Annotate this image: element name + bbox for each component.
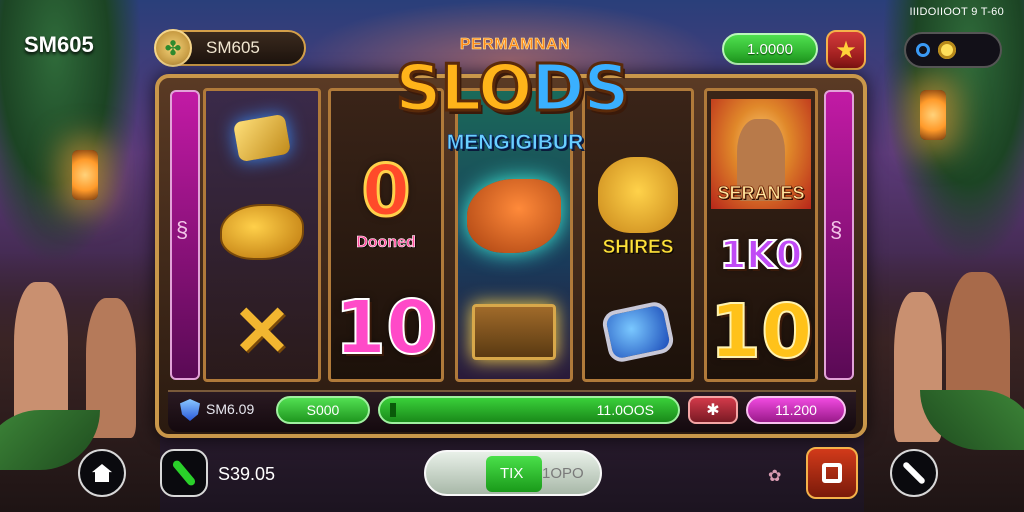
dooned-label: Dooned: [356, 234, 416, 252]
account-pill[interactable]: ✤ SM605: [154, 29, 306, 67]
spin-label: TIX: [500, 465, 524, 482]
progress-fill: [390, 403, 396, 417]
bonus-button[interactable]: ✱: [688, 396, 738, 424]
progress-value: 11.0OOS: [596, 402, 654, 418]
tools-button[interactable]: [890, 449, 938, 497]
ornament-icon: §: [176, 217, 189, 242]
reel-5: SERANES 1K0 10: [704, 88, 818, 382]
status-text: IIIDOIIOOT 9 T-60: [909, 6, 1004, 18]
favorite-button[interactable]: ★: [826, 30, 866, 70]
bet-amount-button[interactable]: S000: [276, 396, 370, 424]
lantern-left: [72, 150, 98, 200]
blue-gem-symbol: [585, 287, 691, 377]
zero-numeral: 0: [360, 149, 412, 234]
pink-ten-symbol: 10: [334, 284, 439, 372]
spin-slider[interactable]: TIX 1OPO: [424, 450, 602, 496]
ring-icon: [916, 43, 930, 57]
credit-amount: S39.05: [218, 464, 276, 484]
reel-1: ✕: [203, 88, 321, 382]
side-panel-left: §: [170, 90, 200, 380]
account-name: SM605: [206, 38, 260, 57]
wrench-icon: [901, 460, 927, 486]
gold-ten-symbol: 10: [709, 288, 814, 376]
settings-toggle[interactable]: [904, 32, 1002, 68]
sun-icon: [938, 41, 956, 59]
bet-id: SM6.09: [206, 401, 255, 417]
star-icon: ★: [835, 36, 857, 64]
shires-label: SHIRES: [602, 237, 674, 259]
logo-part-2: DS: [530, 51, 631, 128]
golden-fish-symbol: [206, 187, 318, 277]
side-panel-right: §: [824, 90, 854, 380]
brand-label: SM605: [24, 32, 94, 57]
bone-symbol: ✕: [232, 292, 292, 370]
dog-symbol: [585, 153, 691, 237]
logo-part-1: SLO: [394, 51, 534, 128]
clover-icon: ✤: [154, 29, 192, 67]
ornament-icon: §: [830, 217, 843, 242]
home-icon: [92, 464, 112, 482]
treasure-chest-symbol: [458, 287, 570, 377]
balance-pill[interactable]: 1.0000: [722, 33, 818, 65]
lantern-right: [920, 90, 946, 140]
flower-icon: ✿: [768, 468, 782, 485]
puzzle-icon: ✱: [706, 402, 720, 419]
auto-play-button[interactable]: [160, 449, 208, 497]
seranes-label: SERANES: [717, 182, 805, 203]
win-progress-bar: 11.0OOS: [378, 396, 680, 424]
purple-1k-symbol: 1K0: [719, 232, 803, 278]
gold-gem-symbol: [206, 103, 318, 173]
stop-icon: [822, 463, 842, 483]
stop-button[interactable]: [806, 447, 858, 499]
logo-subtitle: MENGIGIBUR: [446, 131, 584, 155]
total-bet-button[interactable]: 11.200: [746, 396, 846, 424]
crowd-right: [864, 252, 1024, 512]
game-logo: SLODS: [362, 51, 662, 128]
check-icon: [171, 458, 197, 488]
shark-symbol: [458, 161, 570, 271]
red-zero-symbol: 0: [331, 149, 441, 234]
home-button[interactable]: [78, 449, 126, 497]
spin-count-label: 1OPO: [542, 465, 584, 482]
